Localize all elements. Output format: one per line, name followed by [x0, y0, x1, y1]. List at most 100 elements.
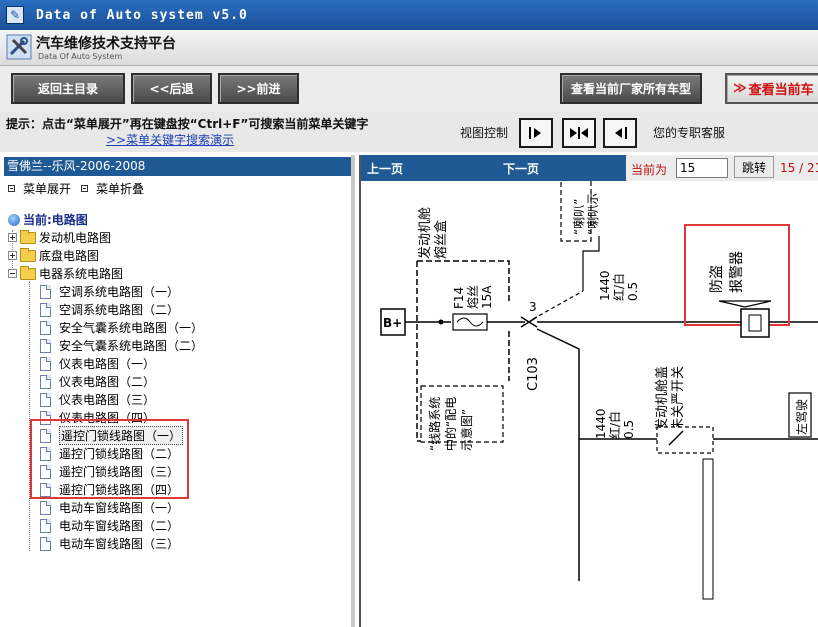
- menu-expand-button[interactable]: 菜单展开: [8, 180, 71, 197]
- page-controls: 当前为 跳转 15 / 21: [626, 155, 818, 181]
- tree-item-label: 空调系统电路图（一）: [59, 285, 180, 299]
- folder-icon: [20, 247, 36, 262]
- view-split-button[interactable]: [562, 118, 596, 148]
- tree-item-label: 安全气囊系统电路图（二）: [59, 339, 204, 353]
- circuit-diagram: 发动机舱熔丝盒 B+ F14 熔丝 15A 3 C103 “喇叭”“喇叭示 14…: [380, 181, 818, 600]
- tree-item[interactable]: 电动车窗线路图（三）: [40, 535, 179, 552]
- back-button[interactable]: <<后退: [131, 73, 212, 104]
- tree-item[interactable]: 电动车窗线路图（二）: [40, 517, 179, 534]
- document-icon: [40, 338, 51, 353]
- tree-item-label: 空调系统电路图（二）: [59, 303, 180, 317]
- all-models-button[interactable]: 查看当前厂家所有车型: [560, 73, 702, 104]
- tree-item[interactable]: 安全气囊系统电路图（一）: [40, 319, 203, 336]
- forward-button[interactable]: >>前进: [218, 73, 299, 104]
- horn-label: “喇叭”“喇叭示: [571, 193, 600, 235]
- arrow-left-bar-icon: [615, 127, 627, 139]
- menu-tree-panel: 雪佛兰--乐风-2006-2008 菜单展开 菜单折叠 当前:电路图 发动机电路…: [0, 155, 355, 627]
- bplus-label: B+: [383, 316, 402, 330]
- go-button[interactable]: 跳转: [734, 156, 774, 178]
- document-icon: [40, 500, 51, 515]
- tree-item[interactable]: 仪表电路图（二）: [40, 373, 155, 390]
- tree-item-label: 仪表电路图（一）: [59, 357, 156, 371]
- tree-folder-engine[interactable]: 发动机电路图: [8, 229, 111, 246]
- plus-expander-icon: [8, 233, 17, 242]
- hood-switch-label: 发动机舱盖未关严开关: [654, 366, 686, 431]
- minus-expander-icon: [8, 269, 17, 278]
- document-icon: [40, 320, 51, 335]
- open-folder-icon: [20, 265, 36, 280]
- document-icon: [40, 284, 51, 299]
- logo-title: 汽车维修技术支持平台: [36, 36, 176, 52]
- page-number-input[interactable]: [676, 158, 728, 178]
- hint-row: 提示：点击“菜单展开”再在键盘按“Ctrl+F”可搜索当前菜单关键字 >>菜单关…: [0, 112, 818, 152]
- split-arrows-icon: [570, 127, 588, 139]
- wire-bottom-label: 1440红/白0.5: [594, 408, 636, 439]
- view-control-label: 视图控制: [460, 126, 509, 140]
- tree-current-label: 当前:电路图: [23, 213, 88, 227]
- wrench-logo-icon: [6, 34, 32, 60]
- search-demo-link[interactable]: >>菜单关键字搜索演示: [106, 131, 234, 148]
- prev-page-button[interactable]: 上一页: [367, 160, 403, 177]
- current-page-label: 当前为: [631, 163, 668, 177]
- customer-service-label: 您的专职客服: [653, 126, 726, 140]
- tree-item-label: 电动车窗线路图（二）: [59, 519, 180, 533]
- pin-label: 3: [529, 300, 537, 314]
- left-driver-label: 左驾驶: [794, 399, 809, 435]
- next-page-button[interactable]: 下一页: [503, 160, 539, 177]
- app-icon: ✎: [6, 6, 24, 24]
- current-model-button[interactable]: ≫ 查看当前车: [725, 73, 818, 104]
- globe-icon: [8, 213, 20, 226]
- document-icon: [40, 392, 51, 407]
- document-icon: [40, 374, 51, 389]
- tree-item-label: 仪表电路图（三）: [59, 393, 156, 407]
- toolbar: 返回主目录 <<后退 >>前进 查看当前厂家所有车型 ≫ 查看当前车: [0, 66, 818, 112]
- tree-item[interactable]: 空调系统电路图（二）: [40, 301, 179, 318]
- document-icon: [40, 518, 51, 533]
- page-bar: 上一页 下一页 当前为 跳转 15 / 21: [361, 155, 818, 181]
- tree-item[interactable]: 电动车窗线路图（一）: [40, 499, 179, 516]
- tree-folder-chassis[interactable]: 底盘电路图: [8, 247, 99, 264]
- page-count: 15 / 21: [780, 161, 818, 175]
- highlight-annotation-box: [30, 419, 189, 499]
- fuse-name-label: F14: [452, 287, 466, 309]
- logo-strip: 汽车维修技术支持平台 Data Of Auto System: [0, 30, 818, 66]
- menu-collapse-button[interactable]: 菜单折叠: [81, 180, 144, 197]
- document-icon: [40, 536, 51, 551]
- tree-current-node: 当前:电路图: [8, 211, 88, 228]
- diagram-viewer: 上一页 下一页 当前为 跳转 15 / 21 发动机舱熔丝盒 B+ F14 熔丝…: [359, 155, 818, 627]
- expand-square-icon: [8, 185, 15, 192]
- menu-expand-label: 菜单展开: [23, 182, 72, 196]
- wire-top-label: 1440红/白0.5: [598, 270, 640, 301]
- tree-item[interactable]: 空调系统电路图（一）: [40, 283, 179, 300]
- tree-item-label: 仪表电路图（二）: [59, 375, 156, 389]
- document-icon: [40, 302, 51, 317]
- tree-item[interactable]: 安全气囊系统电路图（二）: [40, 337, 203, 354]
- folder-icon: [20, 229, 36, 244]
- tree-item-label: 电动车窗线路图（三）: [59, 537, 180, 551]
- tree-folder-label: 电器系统电路图: [39, 267, 124, 281]
- view-expand-right-button[interactable]: [519, 118, 553, 148]
- title-bar: ✎ Data of Auto system v5.0: [0, 0, 818, 30]
- window-title: Data of Auto system v5.0: [36, 7, 248, 23]
- car-model-header: 雪佛兰--乐风-2006-2008: [4, 157, 351, 176]
- tree-item-label: 安全气囊系统电路图（一）: [59, 321, 204, 335]
- tree-connector: [29, 281, 30, 551]
- logo-subtitle: Data Of Auto System: [38, 52, 123, 61]
- tree-folder-label: 底盘电路图: [39, 249, 100, 263]
- tree-item[interactable]: 仪表电路图（一）: [40, 355, 155, 372]
- alarm-label: 防盗 报警器: [709, 251, 745, 293]
- fuse-word-label: 熔丝: [465, 285, 480, 309]
- plus-expander-icon: [8, 251, 17, 260]
- fuse-box-label: 发动机舱熔丝盒: [417, 207, 449, 259]
- tree-item[interactable]: 仪表电路图（三）: [40, 391, 155, 408]
- view-expand-left-button[interactable]: [603, 118, 637, 148]
- home-button[interactable]: 返回主目录: [11, 73, 125, 104]
- arrow-right-bar-icon: [529, 127, 541, 139]
- double-chevron-icon: ≫: [733, 81, 747, 96]
- collapse-square-icon: [81, 185, 88, 192]
- tree-folder-electrical[interactable]: 电器系统电路图: [8, 265, 123, 282]
- tree-folder-label: 发动机电路图: [39, 231, 112, 245]
- hint-text: 提示：点击“菜单展开”再在键盘按“Ctrl+F”可搜索当前菜单关键字: [6, 117, 369, 131]
- connector-label: C103: [526, 357, 541, 391]
- menu-collapse-label: 菜单折叠: [96, 182, 145, 196]
